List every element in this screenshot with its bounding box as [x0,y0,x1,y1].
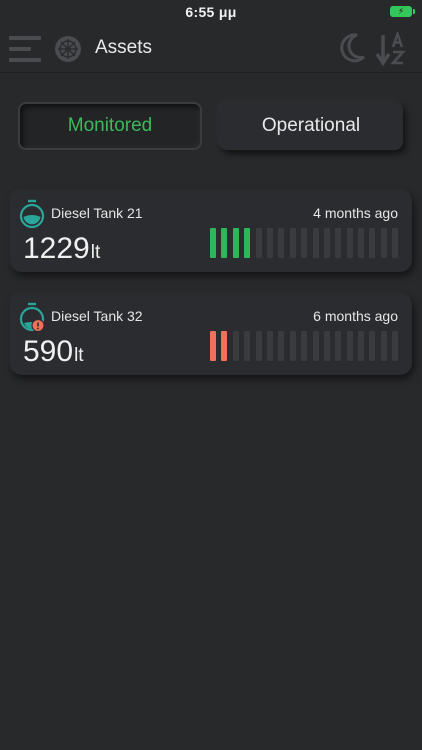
status-bar: 6:55 μμ ⚡ [0,0,422,24]
level-segment-empty [312,331,319,361]
asset-value-unit: lt [74,345,84,366]
alert-icon [31,318,45,332]
level-segment-empty [369,228,376,258]
level-segment-empty [312,228,319,258]
asset-updated-time: 6 months ago [313,308,398,324]
level-segment-empty [335,331,342,361]
level-segment-filled [210,228,216,258]
menu-icon[interactable] [9,36,41,62]
level-segment-empty [289,228,296,258]
battery-icon: ⚡ [390,6,415,17]
level-segment-empty [255,331,262,361]
level-segment-filled [210,331,216,361]
asset-card-diesel-tank-21[interactable]: Diesel Tank 21 4 months ago 1229lt [10,190,412,272]
level-segment-empty [358,331,365,361]
status-time: 6:55 μμ [185,4,237,20]
asset-name: Diesel Tank 21 [51,205,143,221]
asset-level-value: 590lt [23,335,84,369]
level-segment-empty [323,228,330,258]
asset-card-diesel-tank-32[interactable]: Diesel Tank 32 6 months ago 590lt [10,293,412,375]
level-segment-empty [266,228,273,258]
asset-value-number: 590 [23,335,74,368]
tab-monitored[interactable]: Monitored [18,102,202,150]
level-segment-empty [392,228,399,258]
level-segment-empty [346,228,353,258]
level-segment-filled [221,331,228,361]
tab-operational[interactable]: Operational [219,102,403,150]
asset-value-unit: lt [90,242,101,263]
level-segment-empty [266,331,273,361]
level-segment-filled [232,228,239,258]
asset-updated-time: 4 months ago [313,205,398,221]
tank-icon [19,302,45,332]
level-segment-empty [278,228,285,258]
asset-name: Diesel Tank 32 [51,308,143,324]
level-segment-empty [392,331,399,361]
moon-icon[interactable] [338,33,366,63]
level-segment-filled [221,228,228,258]
tank-icon [19,199,45,229]
sort-alpha-icon[interactable] [376,32,408,66]
level-indicator [210,228,404,258]
page-title: Assets [95,37,153,58]
level-indicator [210,331,404,361]
level-segment-empty [232,331,239,361]
level-segment-empty [346,331,353,361]
asset-level-value: 1229lt [23,232,100,266]
level-segment-empty [289,331,296,361]
level-segment-empty [380,331,387,361]
level-segment-empty [301,331,308,361]
level-segment-empty [323,331,330,361]
ship-wheel-icon [55,36,81,62]
app-header: Assets [0,24,422,73]
level-segment-empty [278,331,285,361]
level-segment-empty [255,228,262,258]
level-segment-empty [369,331,376,361]
level-segment-empty [301,228,308,258]
level-segment-empty [244,331,251,361]
level-segment-filled [244,228,251,258]
level-segment-empty [358,228,365,258]
asset-value-number: 1229 [23,232,90,265]
level-segment-empty [380,228,387,258]
level-segment-empty [335,228,342,258]
